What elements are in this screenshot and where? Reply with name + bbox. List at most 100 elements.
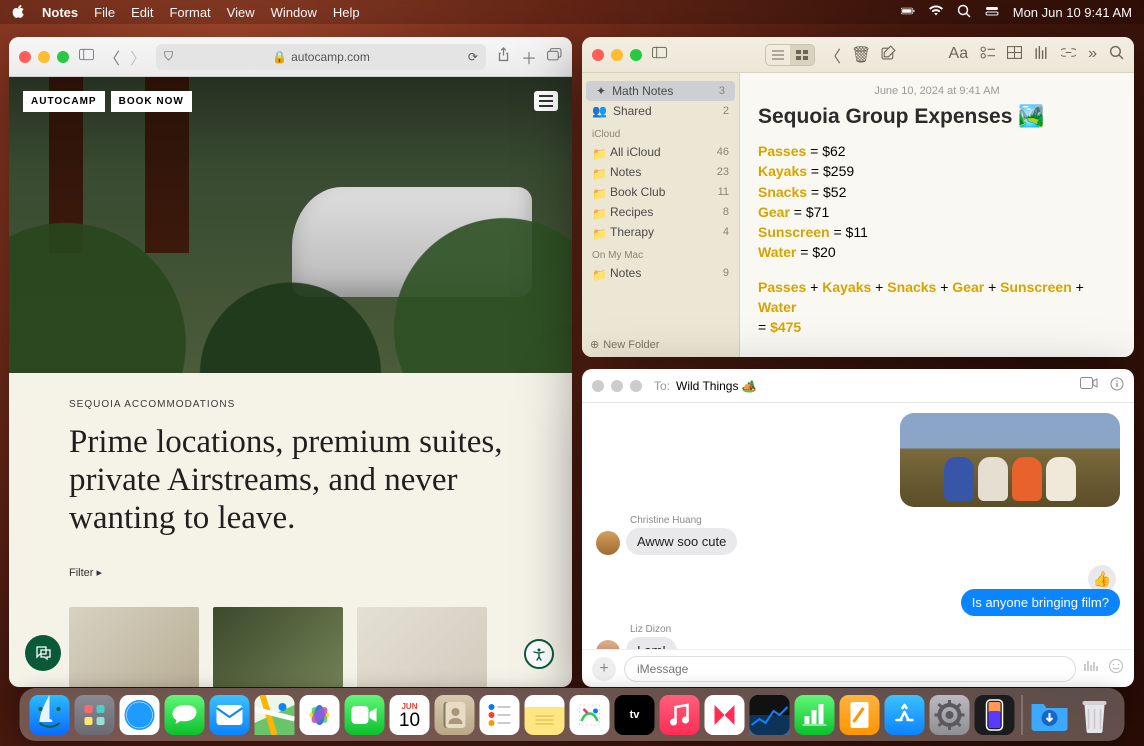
facetime-icon[interactable] — [1080, 377, 1098, 394]
dock-app-mail[interactable] — [210, 695, 250, 735]
menu-view[interactable]: View — [227, 5, 255, 20]
back-icon[interactable]: 〈 — [825, 43, 841, 67]
tabs-overview-icon[interactable] — [547, 47, 562, 67]
sidebar-item-shared[interactable]: 👥Shared2 — [582, 101, 739, 121]
sidebar-item-onmac-notes[interactable]: 📁Notes9 — [582, 263, 739, 283]
info-icon[interactable] — [1110, 377, 1124, 394]
filter-button[interactable]: Filter ▸ — [69, 566, 512, 579]
view-mode-segment[interactable] — [765, 44, 815, 66]
site-logo[interactable]: AUTOCAMPBOOK NOW — [23, 91, 192, 112]
dock-app-appstore[interactable] — [885, 695, 925, 735]
thumbnail-card[interactable] — [69, 607, 199, 687]
checklist-icon[interactable] — [980, 45, 995, 65]
link-icon[interactable] — [1061, 45, 1076, 65]
menu-file[interactable]: File — [94, 5, 115, 20]
avatar[interactable] — [596, 640, 620, 649]
dock-app-pages[interactable] — [840, 695, 880, 735]
media-icon[interactable] — [1034, 45, 1049, 65]
reload-icon[interactable]: ⟳ — [468, 50, 478, 64]
thumbnail-card[interactable] — [357, 607, 487, 687]
emoji-icon[interactable] — [1108, 658, 1124, 679]
chat-fab[interactable] — [25, 635, 61, 671]
dock-app-numbers[interactable] — [795, 695, 835, 735]
share-icon[interactable] — [496, 47, 511, 67]
conversation-name[interactable]: Wild Things 🏕️ — [676, 379, 757, 393]
dock-app-maps[interactable] — [255, 695, 295, 735]
sidebar-item-all-icloud[interactable]: 📁All iCloud46 — [582, 142, 739, 162]
control-center-icon[interactable] — [985, 4, 999, 21]
message-bubble[interactable]: I am! — [626, 637, 677, 649]
dock-app-news[interactable] — [705, 695, 745, 735]
sidebar-item-therapy[interactable]: 📁Therapy4 — [582, 222, 739, 242]
apps-button[interactable]: + — [592, 657, 616, 681]
dock-app-contacts[interactable] — [435, 695, 475, 735]
message-input[interactable] — [624, 656, 1076, 682]
close-button[interactable] — [19, 51, 31, 63]
close-button[interactable] — [592, 380, 604, 392]
zoom-button[interactable] — [57, 51, 69, 63]
note-editor[interactable]: June 10, 2024 at 9:41 AM Sequoia Group E… — [740, 37, 1134, 357]
dock-app-settings[interactable] — [930, 695, 970, 735]
menu-window[interactable]: Window — [271, 5, 317, 20]
new-tab-icon[interactable]: ＋ — [521, 45, 537, 69]
dock-app-tv[interactable]: tv — [615, 695, 655, 735]
spotlight-icon[interactable] — [957, 4, 971, 21]
accessibility-fab[interactable] — [524, 639, 554, 669]
dock-app-phone-mirror[interactable] — [975, 695, 1015, 735]
battery-icon[interactable] — [901, 4, 915, 21]
zoom-button[interactable] — [630, 49, 642, 61]
dock-app-freeform[interactable] — [570, 695, 610, 735]
clock[interactable]: Mon Jun 10 9:41 AM — [1013, 5, 1132, 20]
dock-app-messages[interactable] — [165, 695, 205, 735]
audio-icon[interactable] — [1084, 659, 1100, 678]
dock-folder-downloads[interactable] — [1030, 695, 1070, 735]
thumbnail-card[interactable] — [213, 607, 343, 687]
close-button[interactable] — [592, 49, 604, 61]
hamburger-menu[interactable] — [534, 91, 558, 111]
minimize-button[interactable] — [38, 51, 50, 63]
minimize-button[interactable] — [611, 380, 623, 392]
sidebar-toggle-icon[interactable] — [652, 45, 667, 65]
dock-app-finder[interactable] — [30, 695, 70, 735]
dock-app-safari[interactable] — [120, 695, 160, 735]
more-icon[interactable]: » — [1088, 45, 1097, 65]
sidebar-item-recipes[interactable]: 📁Recipes8 — [582, 202, 739, 222]
gallery-view-button[interactable] — [790, 45, 814, 65]
forward-button[interactable]: 〉 — [130, 45, 146, 69]
back-button[interactable]: 〈 — [104, 45, 120, 69]
trash-icon[interactable]: 🗑 — [851, 45, 871, 65]
format-icon[interactable]: Aa — [949, 45, 969, 65]
avatar[interactable] — [596, 531, 620, 555]
message-bubble[interactable]: Is anyone bringing film? — [961, 589, 1120, 616]
message-thread[interactable]: Christine Huang Awww soo cute 👍 Is anyon… — [582, 403, 1134, 649]
sent-photo[interactable] — [900, 413, 1120, 507]
menu-help[interactable]: Help — [333, 5, 360, 20]
app-menu[interactable]: Notes — [42, 5, 78, 20]
list-view-button[interactable] — [766, 45, 790, 65]
dock-app-notes[interactable] — [525, 695, 565, 735]
sidebar-item-book-club[interactable]: 📁Book Club11 — [582, 182, 739, 202]
dock-app-music[interactable] — [660, 695, 700, 735]
menu-format[interactable]: Format — [169, 5, 210, 20]
sidebar-item-math-notes[interactable]: ✦Math Notes3 — [586, 81, 735, 101]
table-icon[interactable] — [1007, 45, 1022, 65]
compose-icon[interactable] — [881, 45, 896, 65]
dock-trash[interactable] — [1075, 695, 1115, 735]
minimize-button[interactable] — [611, 49, 623, 61]
dock-app-calendar[interactable]: JUN10 — [390, 695, 430, 735]
menu-edit[interactable]: Edit — [131, 5, 153, 20]
dock-app-stocks[interactable] — [750, 695, 790, 735]
apple-menu[interactable] — [12, 4, 26, 21]
dock-app-launchpad[interactable] — [75, 695, 115, 735]
wifi-icon[interactable] — [929, 4, 943, 21]
dock-app-facetime[interactable] — [345, 695, 385, 735]
zoom-button[interactable] — [630, 380, 642, 392]
sidebar-toggle-icon[interactable] — [79, 47, 94, 67]
address-bar[interactable]: ⛉ 🔒 autocamp.com ⟳ — [156, 44, 486, 70]
new-folder-button[interactable]: ⊕New Folder — [590, 338, 659, 351]
dock-app-photos[interactable] — [300, 695, 340, 735]
dock-app-reminders[interactable] — [480, 695, 520, 735]
sidebar-item-notes[interactable]: 📁Notes23 — [582, 162, 739, 182]
search-icon[interactable] — [1109, 45, 1124, 65]
message-bubble[interactable]: Awww soo cute — [626, 528, 737, 555]
